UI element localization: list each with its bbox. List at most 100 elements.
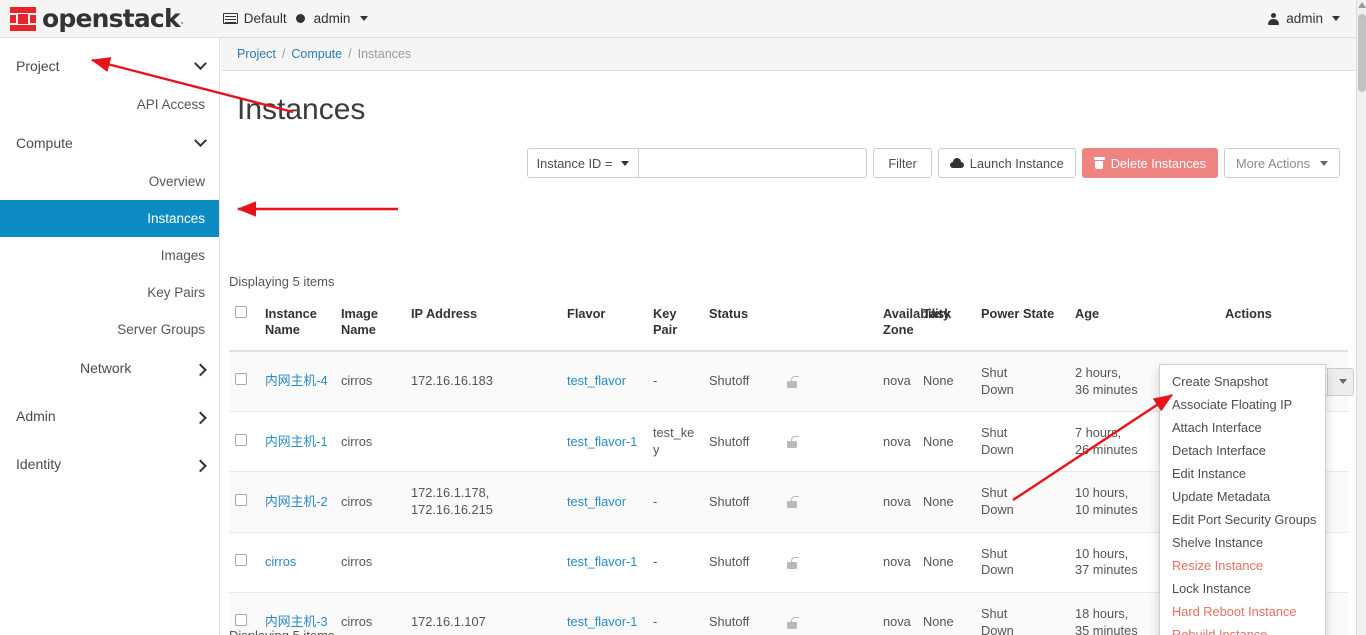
vertical-scrollbar[interactable] (1356, 0, 1366, 635)
sidebar-item-server-groups[interactable]: Server Groups (0, 311, 219, 348)
sidebar-group-label: Admin (16, 408, 56, 424)
cell-image-name: cirros (335, 532, 405, 593)
col-power-state: Power State (975, 296, 1069, 352)
more-actions-label: More Actions (1236, 155, 1310, 171)
sidebar-item-overview[interactable]: Overview (0, 163, 219, 200)
unlock-icon (787, 375, 799, 388)
col-availability-zone: Availability Zone (877, 296, 950, 352)
dropdown-item-shelve-instance[interactable]: Shelve Instance (1160, 531, 1325, 554)
top-navbar: openstack . Default admin admin (0, 0, 1356, 38)
sidebar-group-identity[interactable]: Identity (0, 444, 219, 484)
instance-name-link[interactable]: 内网主机-2 (265, 494, 328, 509)
search-input[interactable] (639, 148, 868, 178)
cell-ip-address (405, 532, 561, 593)
flavor-link[interactable]: test_flavor (567, 494, 626, 509)
cell-key-pair: - (647, 350, 703, 413)
openstack-logo-icon (10, 6, 36, 31)
checkbox-icon[interactable] (235, 373, 247, 386)
dropdown-item-edit-instance[interactable]: Edit Instance (1160, 462, 1325, 485)
cell-key-pair: - (647, 532, 703, 593)
sidebar-item-api-access[interactable]: API Access (0, 86, 219, 123)
dropdown-item-resize-instance[interactable]: Resize Instance (1160, 554, 1325, 577)
dropdown-item-lock-instance[interactable]: Lock Instance (1160, 577, 1325, 600)
checkbox-icon[interactable] (235, 614, 247, 627)
sidebar-group-compute[interactable]: Compute (0, 123, 219, 163)
chevron-right-icon (194, 409, 207, 424)
cell-lock (781, 350, 877, 413)
cell-image-name: cirros (335, 471, 405, 533)
sidebar-item-key-pairs[interactable]: Key Pairs (0, 274, 219, 311)
checkbox-icon[interactable] (235, 554, 247, 567)
sidebar-item-images[interactable]: Images (0, 237, 219, 274)
col-instance-name: Instance Name (259, 296, 335, 352)
checkbox-icon[interactable] (235, 306, 247, 318)
cell-status: Shutoff (703, 471, 781, 533)
cloud-upload-icon (949, 158, 964, 168)
scroll-up-arrow-icon[interactable] (1358, 2, 1366, 8)
page-title: Instances (237, 93, 366, 126)
dropdown-item-associate-floating-ip[interactable]: Associate Floating IP (1160, 393, 1325, 416)
cell-status: Shutoff (703, 350, 781, 413)
unlock-icon (787, 556, 799, 569)
sidebar-group-label: Identity (16, 456, 62, 472)
domain-label: Default (243, 11, 287, 26)
brand-dot: . (179, 8, 185, 28)
chevron-down-icon (1332, 16, 1340, 21)
delete-instances-button[interactable]: Delete Instances (1081, 148, 1219, 178)
cell-availability-zone: nova (877, 532, 917, 593)
col-ip-address: IP Address (405, 296, 561, 352)
row-actions-toggle[interactable] (1328, 367, 1355, 396)
checkbox-icon[interactable] (235, 433, 247, 446)
breadcrumb-separator: / (281, 47, 286, 61)
table-toolbar: Instance ID = Filter Launch Instance Del… (526, 148, 1340, 178)
account-menu[interactable]: admin (1268, 11, 1356, 26)
flavor-link[interactable]: test_flavor-1 (567, 614, 637, 629)
dropdown-item-detach-interface[interactable]: Detach Interface (1160, 439, 1325, 462)
brand-name: openstack (42, 4, 181, 33)
sidebar-item-label: Server Groups (117, 322, 205, 337)
chevron-right-icon (194, 457, 207, 472)
dropdown-item-edit-port-security-groups[interactable]: Edit Port Security Groups (1160, 508, 1325, 531)
cell-lock (781, 411, 877, 473)
chevron-down-icon (360, 16, 369, 21)
checkbox-icon[interactable] (235, 493, 247, 506)
cell-power-state: Shut Down (975, 411, 1069, 473)
cell-key-pair: test_key (647, 411, 703, 473)
filter-button[interactable]: Filter (873, 148, 932, 178)
dropdown-item-rebuild-instance[interactable]: Rebuild Instance (1160, 623, 1325, 635)
flavor-link[interactable]: test_flavor-1 (567, 434, 637, 449)
cell-key-pair: - (647, 471, 703, 533)
flavor-link[interactable]: test_flavor (567, 373, 626, 388)
launch-instance-button[interactable]: Launch Instance (937, 148, 1076, 178)
instance-name-link[interactable]: 内网主机-1 (265, 434, 328, 449)
sidebar-item-instances[interactable]: Instances (0, 200, 219, 237)
scrollbar-thumb[interactable] (1358, 14, 1366, 92)
col-age: Age (1069, 296, 1219, 352)
filter-field-select[interactable]: Instance ID = (526, 148, 640, 178)
row-checkbox-cell (229, 411, 259, 473)
breadcrumb-project[interactable]: Project (237, 47, 276, 61)
instance-name-link[interactable]: 内网主机-4 (265, 373, 328, 388)
cell-availability-zone: nova (877, 592, 917, 635)
brand-logo[interactable]: openstack . (0, 4, 185, 33)
dropdown-item-create-snapshot[interactable]: Create Snapshot (1160, 370, 1325, 393)
dropdown-item-update-metadata[interactable]: Update Metadata (1160, 485, 1325, 508)
cell-lock (781, 592, 877, 635)
flavor-link[interactable]: test_flavor-1 (567, 554, 637, 569)
dropdown-item-attach-interface[interactable]: Attach Interface (1160, 416, 1325, 439)
breadcrumb: Project / Compute / Instances (221, 38, 1356, 71)
cell-ip-address (405, 411, 561, 473)
context-switcher[interactable]: Default admin (222, 11, 369, 26)
cell-instance-name: 内网主机-4 (259, 350, 335, 413)
cell-availability-zone: nova (877, 350, 917, 413)
cell-flavor: test_flavor (561, 471, 647, 533)
sidebar-group-network[interactable]: Network (0, 348, 219, 388)
breadcrumb-compute[interactable]: Compute (291, 47, 342, 61)
sidebar-group-admin[interactable]: Admin (0, 396, 219, 436)
sidebar-item-label: Key Pairs (147, 285, 205, 300)
instance-name-link[interactable]: cirros (265, 554, 296, 569)
sidebar-group-project[interactable]: Project (0, 46, 219, 86)
more-actions-button[interactable]: More Actions (1224, 148, 1340, 178)
unlock-icon (787, 436, 799, 449)
dropdown-item-hard-reboot-instance[interactable]: Hard Reboot Instance (1160, 600, 1325, 623)
